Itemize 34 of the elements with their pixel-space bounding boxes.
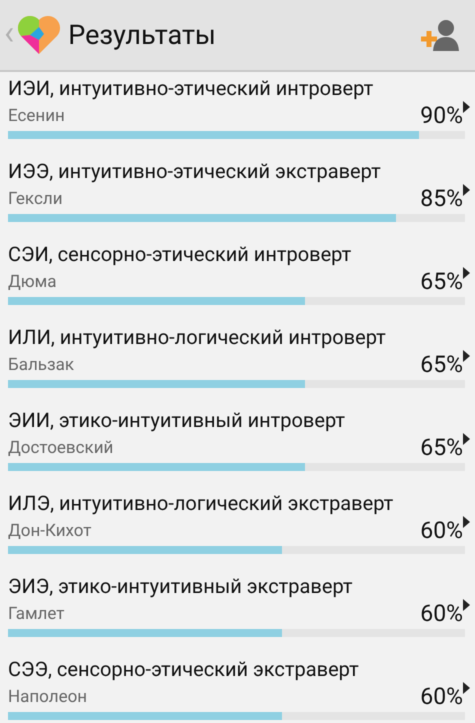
- type-title: СЭИ, сенсорно-этический интроверт: [8, 241, 352, 267]
- disclosure-icon[interactable]: [463, 516, 470, 528]
- percent-value: 65%: [420, 433, 463, 463]
- person-name: Наполеон: [8, 686, 88, 709]
- type-title: ИЛИ, интуитивно-логический интроверт: [8, 324, 387, 350]
- person-name: Дон-Кихот: [8, 520, 92, 543]
- person-name: Есенин: [8, 105, 65, 128]
- percent-value: 65%: [420, 267, 463, 297]
- person-name: Гамлет: [8, 603, 64, 626]
- percent-value: 65%: [420, 350, 463, 380]
- type-title: ЭИЭ, этико-интуитивный экстраверт: [8, 573, 354, 599]
- type-title: ЭИИ, этико-интуитивный интроверт: [8, 407, 346, 433]
- disclosure-icon[interactable]: [463, 433, 470, 445]
- percent-value: 60%: [420, 599, 463, 629]
- person-name: Гексли: [8, 188, 63, 211]
- person-name: Бальзак: [8, 354, 74, 377]
- disclosure-icon[interactable]: [463, 101, 470, 113]
- disclosure-icon[interactable]: [463, 682, 470, 694]
- type-title: СЭЭ, сенсорно-этический экстраверт: [8, 656, 360, 682]
- person-name: Достоевский: [8, 437, 114, 460]
- person-name: Дюма: [8, 271, 57, 294]
- type-title: ИЛЭ, интуитивно-логический экстраверт: [8, 490, 394, 516]
- percent-value: 60%: [420, 682, 463, 712]
- disclosure-icon[interactable]: [463, 184, 470, 196]
- percent-value: 85%: [420, 184, 463, 214]
- disclosure-icon[interactable]: [463, 267, 470, 279]
- percent-value: 60%: [420, 516, 463, 546]
- back-icon[interactable]: ‹: [4, 16, 14, 50]
- disclosure-icon[interactable]: [463, 599, 470, 611]
- disclosure-icon[interactable]: [463, 350, 470, 362]
- percent-value: 90%: [420, 101, 463, 131]
- type-title: ИЭИ, интуитивно-этический интроверт: [8, 75, 374, 101]
- type-title: ИЭЭ, интуитивно-этический экстраверт: [8, 158, 382, 184]
- screen-title: Результаты: [68, 18, 216, 53]
